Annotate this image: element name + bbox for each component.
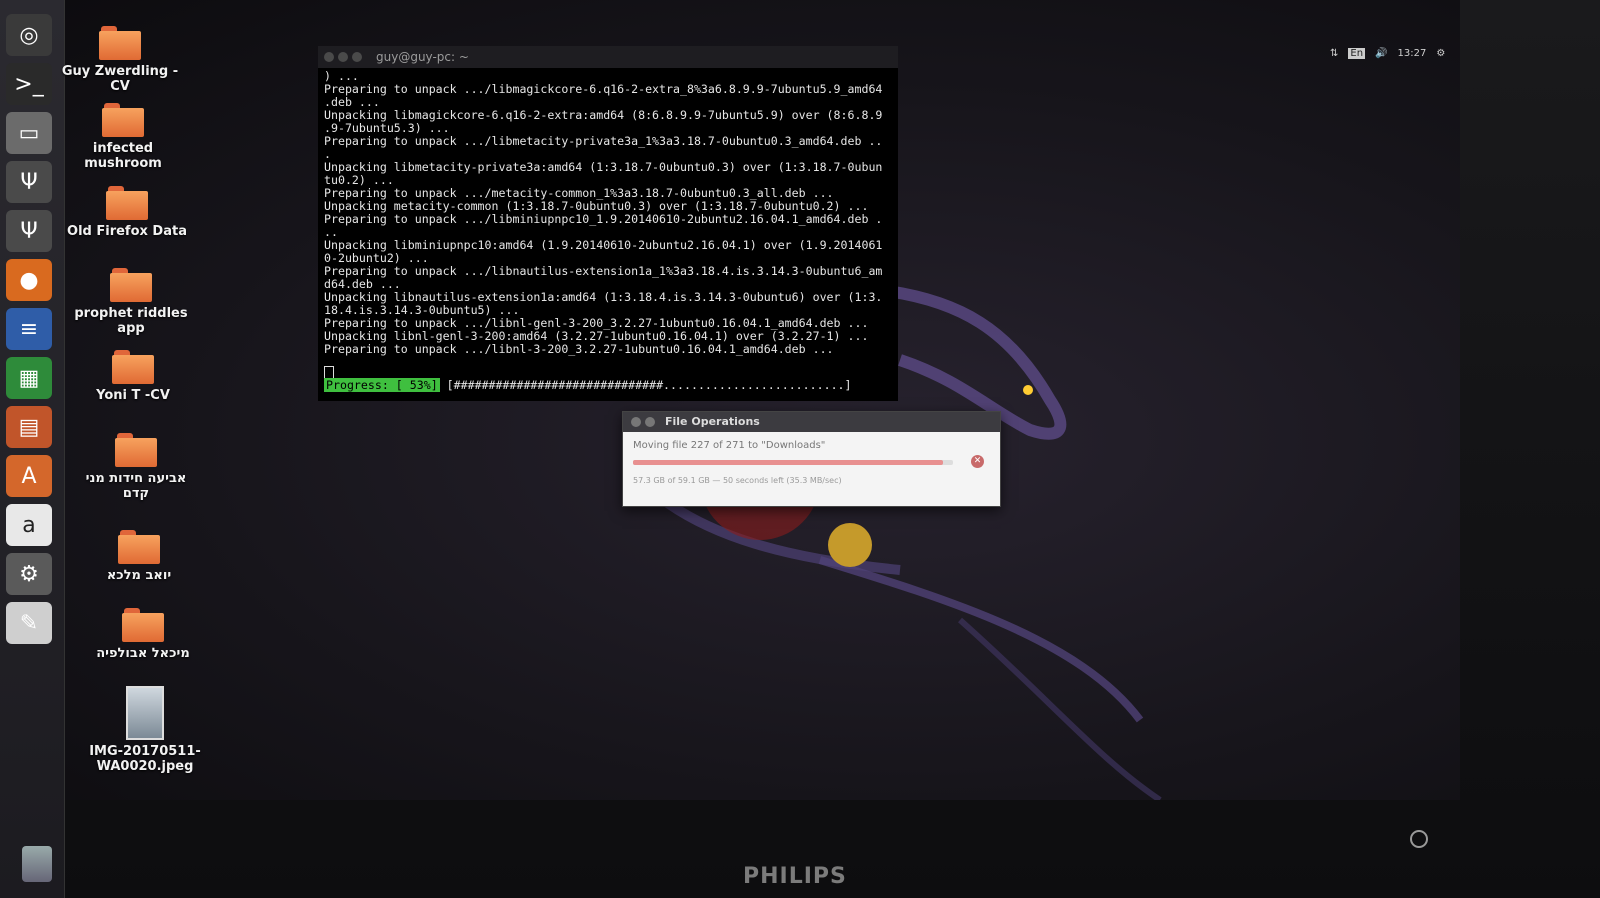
monitor-brand: PHILIPS — [743, 864, 847, 889]
cancel-operation-icon[interactable]: ✕ — [971, 455, 984, 468]
desktop-icon-label: Old Firefox Data — [67, 224, 187, 239]
desktop-folder[interactable]: אביעה חידות מני קדם — [71, 433, 201, 501]
folder-icon — [110, 268, 152, 302]
folder-icon — [118, 530, 160, 564]
dialog-title: File Operations — [665, 415, 760, 428]
writer-icon[interactable]: ≡ — [6, 308, 52, 350]
amazon-icon[interactable]: a — [6, 504, 52, 546]
terminal-line: Preparing to unpack .../libmetacity-priv… — [324, 134, 883, 148]
clock[interactable]: 13:27 — [1398, 48, 1427, 59]
desktop-icon-label: prophet riddles app — [74, 306, 188, 336]
desktop-folder[interactable]: Yoni T -CV — [68, 350, 198, 403]
file-operation-message: Moving file 227 of 271 to "Downloads" — [633, 440, 826, 451]
minimize-button[interactable] — [338, 52, 348, 62]
software-center-icon[interactable]: A — [6, 455, 52, 497]
folder-icon — [112, 350, 154, 384]
desktop-folder[interactable]: prophet riddles app — [66, 268, 196, 336]
desktop-folder[interactable]: יואב מלכא — [74, 530, 204, 583]
calc-icon[interactable]: ▦ — [6, 357, 52, 399]
terminal-line: Preparing to unpack .../libnautilus-exte… — [324, 264, 883, 278]
unity-launcher: ◎ >_ ▭ Ψ Ψ ● ≡ ▦ ▤ Aa ⚙ ✎ — [0, 0, 65, 898]
desktop-icon-label: infected mushroom — [84, 141, 162, 171]
usb-drive-2-icon[interactable]: Ψ — [6, 210, 52, 252]
text-editor-icon[interactable]: ✎ — [6, 602, 52, 644]
ubuntu-home-icon[interactable]: ◎ — [6, 14, 52, 56]
trash-icon[interactable] — [22, 846, 52, 882]
desktop-folder[interactable]: Old Firefox Data — [62, 186, 192, 239]
desktop-icon-label: Yoni T -CV — [96, 388, 170, 403]
power-button-icon[interactable] — [1410, 830, 1428, 848]
desktop-image-file[interactable]: IMG-20170511-WA0020.jpeg — [80, 686, 210, 774]
terminal-line: Preparing to unpack .../libmagickcore-6.… — [324, 82, 883, 96]
desktop-icon-label: מיכאל אבולפיה — [96, 646, 190, 661]
network-icon[interactable]: ⇅ — [1330, 48, 1338, 59]
impress-icon[interactable]: ▤ — [6, 406, 52, 448]
close-button[interactable] — [631, 417, 641, 427]
terminal-line: Unpacking libmetacity-private3a:amd64 (1… — [324, 160, 883, 174]
files-icon[interactable]: ▭ — [6, 112, 52, 154]
image-thumbnail-icon — [126, 686, 164, 740]
desktop-icon-label: Guy Zwerdling - CV — [61, 64, 179, 94]
top-panel-indicators: ⇅ En 🔊 13:27 ⚙ — [1330, 48, 1445, 59]
volume-icon[interactable]: 🔊 — [1375, 48, 1387, 59]
desktop-folder[interactable]: Guy Zwerdling - CV — [55, 26, 185, 94]
terminal-line: Preparing to unpack .../libnl-3-200_3.2.… — [324, 342, 834, 356]
keyboard-layout-indicator[interactable]: En — [1348, 48, 1366, 59]
folder-icon — [99, 26, 141, 60]
settings-icon[interactable]: ⚙ — [6, 553, 52, 595]
minimize-button[interactable] — [645, 417, 655, 427]
file-operation-detail: 57.3 GB of 59.1 GB — 50 seconds left (35… — [633, 476, 842, 485]
usb-drive-icon[interactable]: Ψ — [6, 161, 52, 203]
desktop-icon-label: אביעה חידות מני קדם — [85, 471, 187, 501]
apt-progress-bar: [##############################.........… — [446, 378, 852, 392]
file-operation-progress-bar — [633, 460, 953, 465]
terminal-window[interactable]: guy@guy-pc: ~ ) ... Preparing to unpack .… — [318, 46, 898, 401]
apt-progress: Progress: [ 53%] [######################… — [324, 378, 852, 392]
folder-icon — [106, 186, 148, 220]
close-button[interactable] — [324, 52, 334, 62]
desktop-folder[interactable]: infected mushroom — [58, 103, 188, 171]
terminal-title: guy@guy-pc: ~ — [376, 50, 469, 64]
terminal-titlebar[interactable]: guy@guy-pc: ~ — [318, 46, 898, 68]
folder-icon — [102, 103, 144, 137]
terminal-line: Preparing to unpack .../libminiupnpc10_1… — [324, 212, 883, 226]
desktop-icon-label: IMG-20170511-WA0020.jpeg — [89, 744, 201, 774]
file-operations-dialog[interactable]: File Operations Moving file 227 of 271 t… — [622, 411, 1001, 507]
file-operation-progress-fill — [633, 460, 944, 465]
maximize-button[interactable] — [352, 52, 362, 62]
firefox-icon[interactable]: ● — [6, 259, 52, 301]
file-operations-titlebar[interactable]: File Operations — [623, 412, 1000, 432]
desktop-folder[interactable]: מיכאל אבולפיה — [78, 608, 208, 661]
folder-icon — [115, 433, 157, 467]
terminal-output[interactable]: ) ... Preparing to unpack .../libmagickco… — [318, 68, 898, 358]
system-menu-icon[interactable]: ⚙ — [1436, 48, 1445, 59]
terminal-icon[interactable]: >_ — [6, 63, 52, 105]
folder-icon — [122, 608, 164, 642]
desktop-icon-label: יואב מלכא — [106, 568, 172, 583]
apt-progress-label: Progress: [ 53%] — [324, 378, 440, 392]
